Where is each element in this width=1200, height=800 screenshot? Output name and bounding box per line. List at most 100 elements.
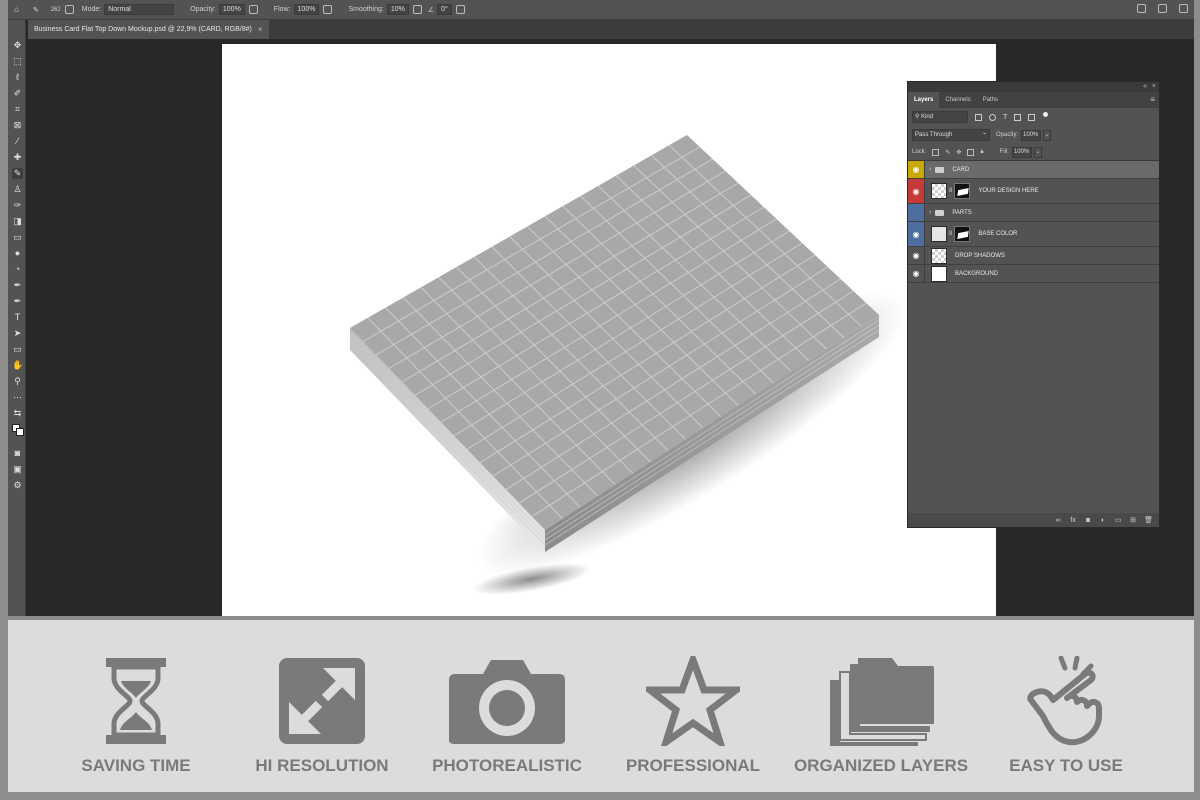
layer-row[interactable]: ◉ BACKGROUND <box>908 265 1159 283</box>
close-panel-icon[interactable]: × <box>1152 82 1156 92</box>
type-filter-icon[interactable]: T <box>1003 114 1007 121</box>
gear-icon[interactable] <box>412 5 422 14</box>
adjustment-filter-icon[interactable] <box>989 113 996 121</box>
hand-tool-icon[interactable]: ✋ <box>12 360 23 371</box>
layer-row[interactable]: ◉ DROP SHADOWS <box>908 247 1159 265</box>
search-icon[interactable] <box>1158 4 1167 13</box>
visibility-eye-icon[interactable]: ◉ <box>908 265 925 282</box>
more-tools-icon[interactable]: ⋯ <box>12 392 23 403</box>
expand-group-icon[interactable]: › <box>929 166 931 173</box>
workspace-icon[interactable] <box>1179 4 1188 13</box>
angle-field[interactable]: 0° <box>437 4 452 15</box>
lock-artboard-icon[interactable] <box>967 148 975 156</box>
fill-field[interactable]: 100% <box>1011 146 1032 158</box>
document-canvas[interactable] <box>222 44 996 616</box>
angle-icon[interactable]: ∠ <box>428 6 434 14</box>
visibility-eye-icon[interactable]: ◉ <box>908 179 925 203</box>
marquee-tool-icon[interactable]: ⬚ <box>12 56 23 67</box>
crop-tool-icon[interactable]: ⌗ <box>12 104 23 115</box>
tab-channels[interactable]: Channels <box>939 92 976 108</box>
feature-label: ORGANIZED LAYERS <box>793 756 969 775</box>
layer-row[interactable]: › PARTS <box>908 204 1159 222</box>
brush-size-value[interactable]: 262 <box>51 7 61 13</box>
eraser-tool-icon[interactable]: ◨ <box>12 216 23 227</box>
fx-icon[interactable]: fx <box>1069 517 1077 524</box>
filter-toggle-icon[interactable] <box>1043 111 1049 117</box>
tab-layers[interactable]: Layers <box>908 92 940 108</box>
layer-mask-thumbnail[interactable] <box>954 183 971 199</box>
visibility-eye-icon[interactable]: ◉ <box>908 222 925 246</box>
document-tab[interactable]: Business Card Flat Top Down Mockup.psd @… <box>28 20 269 39</box>
pressure-opacity-icon[interactable] <box>248 5 258 14</box>
add-mask-icon[interactable]: ◙ <box>1084 517 1092 524</box>
share-icon[interactable] <box>1137 4 1146 13</box>
opacity-field[interactable]: 100% <box>218 4 245 15</box>
layer-opacity-field[interactable]: 100% <box>1021 129 1042 141</box>
smoothing-field[interactable]: 10% <box>386 4 409 15</box>
healing-tool-icon[interactable]: ✚ <box>12 152 23 163</box>
history-brush-tool-icon[interactable]: ✑ <box>12 200 23 211</box>
pen-tool-2-icon[interactable]: ✒ <box>12 296 23 307</box>
collapse-icon[interactable]: « <box>1143 82 1147 92</box>
visibility-eye-icon[interactable]: ◉ <box>908 161 925 178</box>
path-select-tool-icon[interactable]: ➤ <box>12 328 23 339</box>
fill-dropdown-icon[interactable]: ⌄ <box>1033 146 1042 158</box>
airbrush-icon[interactable] <box>323 5 333 14</box>
pixel-filter-icon[interactable] <box>975 113 982 121</box>
mask-link-icon[interactable]: 8 <box>949 231 952 237</box>
shape-filter-icon[interactable] <box>1014 113 1022 121</box>
mask-link-icon[interactable]: 8 <box>949 188 952 194</box>
pen-tool-icon[interactable]: ✒ <box>12 280 23 291</box>
edit-toolbar-icon[interactable]: ⚙ <box>12 480 23 491</box>
move-tool-icon[interactable]: ✥ <box>12 40 23 51</box>
background-color-swatch[interactable] <box>16 428 24 436</box>
screen-mode-icon[interactable]: ▣ <box>12 464 23 475</box>
filter-kind-select[interactable]: ⚲ Kind <box>912 111 968 123</box>
lock-all-icon[interactable]: 🔒︎ <box>980 149 983 156</box>
zoom-tool-icon[interactable]: ⚲ <box>12 376 23 387</box>
brush-tool-icon[interactable]: ✎ <box>12 168 23 179</box>
pressure-size-icon[interactable] <box>455 5 465 14</box>
feature-label: SAVING TIME <box>81 756 191 775</box>
lock-position-icon[interactable]: ✥ <box>956 149 961 156</box>
type-tool-icon[interactable]: T <box>12 312 23 323</box>
layer-mask-thumbnail[interactable] <box>954 226 971 242</box>
panel-menu-icon[interactable]: ≡ <box>1150 95 1155 104</box>
flow-field[interactable]: 100% <box>293 4 320 15</box>
lock-pixels-icon[interactable]: ✎ <box>945 149 950 156</box>
visibility-eye-icon[interactable]: ◉ <box>908 247 925 264</box>
brush-preset-icon[interactable]: ✎ <box>33 6 39 14</box>
link-layers-icon[interactable]: ∞ <box>1054 517 1062 524</box>
quick-select-tool-icon[interactable]: ✐ <box>12 88 23 99</box>
smart-filter-icon[interactable] <box>1028 113 1036 121</box>
new-layer-icon[interactable]: ⊞ <box>1129 516 1137 524</box>
dodge-tool-icon[interactable]: ◔ <box>12 264 23 275</box>
tab-paths[interactable]: Paths <box>977 92 1004 108</box>
layer-name: PARTS <box>952 209 972 216</box>
quick-mask-icon[interactable]: ◙ <box>12 448 23 459</box>
expand-group-icon[interactable]: › <box>929 209 931 216</box>
mode-select[interactable]: Normal <box>104 4 175 15</box>
layer-row[interactable]: ◉ 8 BASE COLOR <box>908 222 1159 247</box>
new-group-icon[interactable]: ▭ <box>1114 516 1122 524</box>
lock-transparent-icon[interactable] <box>932 148 940 156</box>
swap-colors-icon[interactable]: ⇆ <box>12 408 23 419</box>
close-icon[interactable]: × <box>258 20 263 39</box>
adjustment-layer-icon[interactable]: ◐ <box>1099 517 1107 524</box>
frame-tool-icon[interactable]: ⊠ <box>12 120 23 131</box>
layer-thumbnail <box>931 247 947 264</box>
brush-panel-icon[interactable] <box>64 5 74 14</box>
opacity-dropdown-icon[interactable]: ⌄ <box>1043 129 1052 141</box>
layer-row[interactable]: ◉ 8 YOUR DESIGN HERE <box>908 179 1159 204</box>
gradient-tool-icon[interactable]: ▭ <box>12 232 23 243</box>
layer-row[interactable]: ◉ › CARD <box>908 161 1159 179</box>
blur-tool-icon[interactable]: ● <box>12 248 23 259</box>
trash-icon[interactable]: 🗑︎ <box>1144 516 1153 524</box>
visibility-eye-icon[interactable] <box>908 204 925 221</box>
shape-tool-icon[interactable]: ▭ <box>12 344 23 355</box>
stamp-tool-icon[interactable]: ♙ <box>12 184 23 195</box>
eyedropper-tool-icon[interactable]: ⁄ <box>12 136 23 147</box>
home-icon[interactable]: ⌂ <box>14 5 19 14</box>
lasso-tool-icon[interactable]: ℓ <box>12 72 23 83</box>
blend-mode-select[interactable]: Pass Through <box>912 128 990 141</box>
